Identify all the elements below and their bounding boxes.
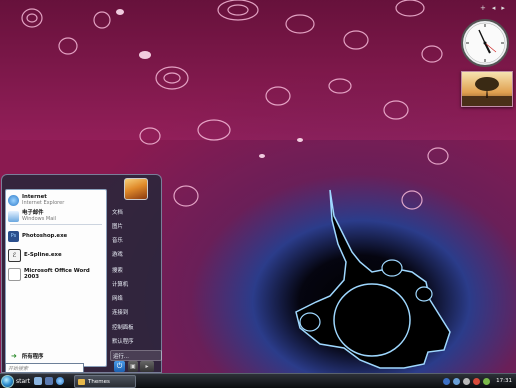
- recent-item-title: Microsoft Office Word 2003: [24, 268, 90, 280]
- pinned-item-subtitle: Internet Explorer: [22, 200, 65, 206]
- photoshop-icon: Ps: [8, 230, 19, 242]
- menu-item-run[interactable]: 运行...: [110, 350, 162, 361]
- recent-item-title: E-Spline.exe: [24, 252, 62, 258]
- menu-item-computer[interactable]: 计算机: [110, 279, 160, 288]
- menu-item-connect-to[interactable]: 连接到: [110, 307, 160, 316]
- taskbar-clock[interactable]: 17:31: [496, 378, 512, 384]
- sidebar-controls: + ◂ ▸: [480, 4, 505, 12]
- chevron-right-icon: ▸: [145, 363, 149, 370]
- switch-windows-icon[interactable]: [45, 377, 53, 385]
- pinned-item-email[interactable]: 电子邮件 Windows Mail: [8, 208, 104, 224]
- taskbar: start Themes 17:31: [0, 373, 516, 388]
- pinned-item-subtitle: Windows Mail: [22, 216, 57, 222]
- menu-item-documents[interactable]: 文档: [110, 207, 160, 216]
- taskbar-button-label: Themes: [88, 378, 110, 385]
- network-icon[interactable]: [453, 377, 461, 385]
- recent-item-photoshop[interactable]: Ps Photoshop.exe: [8, 228, 104, 244]
- pinned-item-internet[interactable]: Internet Internet Explorer: [8, 192, 104, 208]
- recent-item-word[interactable]: Microsoft Office Word 2003: [8, 266, 104, 282]
- menu-item-control-panel[interactable]: 控制面板: [110, 322, 160, 331]
- ie-icon: [8, 194, 19, 206]
- system-tray: 17:31: [432, 375, 516, 387]
- power-status-icon[interactable]: [483, 377, 491, 385]
- language-icon[interactable]: [443, 377, 451, 385]
- sidebar-next-button[interactable]: ▸: [501, 4, 505, 12]
- start-search-input[interactable]: 开始搜索: [5, 363, 84, 373]
- sidebar-prev-button[interactable]: ◂: [492, 4, 496, 12]
- all-programs-label: 所有程序: [21, 354, 44, 360]
- menu-item-music[interactable]: 音乐: [110, 235, 160, 244]
- all-programs-button[interactable]: ➜ 所有程序: [8, 350, 104, 362]
- ie-quicklaunch-icon[interactable]: [56, 377, 64, 385]
- recent-item-title: Photoshop.exe: [22, 233, 68, 239]
- power-button[interactable]: ⏻: [114, 361, 125, 372]
- clock-gadget[interactable]: [460, 18, 510, 68]
- lock-icon: ▣: [130, 363, 136, 370]
- arrow-right-icon: ➜: [11, 352, 17, 360]
- start-menu: Internet Internet Explorer 电子邮件 Windows …: [1, 174, 162, 373]
- menu-item-pictures[interactable]: 图片: [110, 221, 160, 230]
- document-icon: [8, 267, 21, 281]
- slideshow-gadget[interactable]: [461, 71, 513, 107]
- start-button[interactable]: start: [1, 374, 31, 388]
- lock-button[interactable]: ▣: [128, 361, 138, 372]
- menu-item-search[interactable]: 搜索: [110, 265, 160, 274]
- mail-icon: [8, 210, 19, 222]
- volume-icon[interactable]: [463, 377, 471, 385]
- security-icon[interactable]: [473, 377, 481, 385]
- menu-item-games[interactable]: 游戏: [110, 249, 160, 258]
- shutdown-options-button[interactable]: ▸: [140, 361, 154, 372]
- taskbar-button-themes[interactable]: Themes: [74, 375, 136, 388]
- recent-item-espline[interactable]: ℰ E-Spline.exe: [8, 247, 104, 263]
- sidebar-add-gadget-button[interactable]: +: [480, 4, 486, 12]
- start-menu-programs-pane: Internet Internet Explorer 电子邮件 Windows …: [5, 189, 107, 367]
- pinned-separator: [10, 224, 102, 225]
- show-desktop-icon[interactable]: [34, 377, 42, 385]
- quick-launch: [34, 377, 64, 385]
- user-avatar[interactable]: [124, 178, 148, 200]
- espline-icon: ℰ: [8, 248, 21, 262]
- menu-item-network[interactable]: 网络: [110, 293, 160, 302]
- menu-item-default-programs[interactable]: 默认程序: [110, 336, 160, 345]
- folder-icon: [78, 378, 85, 385]
- power-icon: ⏻: [116, 362, 123, 370]
- windows-logo-icon: [1, 374, 14, 388]
- start-label: start: [16, 377, 30, 385]
